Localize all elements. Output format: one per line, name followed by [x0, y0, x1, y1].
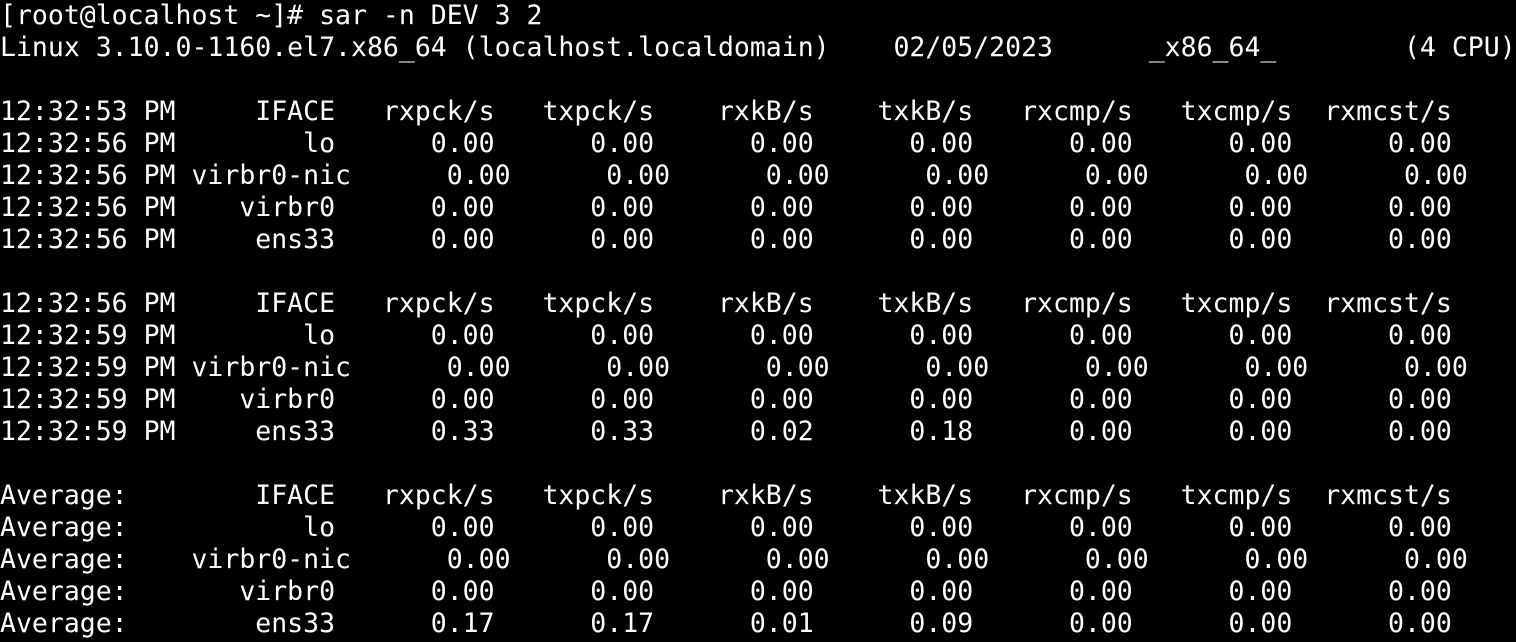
terminal-window[interactable]: [root@localhost ~]# sar -n DEV 3 2 Linux…	[0, 0, 1516, 642]
stats-block: 12:32:56 PM IFACE rxpck/s txpck/s rxkB/s…	[0, 288, 1516, 448]
average-row: Average: virbr0-nic 0.00 0.00 0.00 0.00 …	[0, 544, 1468, 575]
command-line: [root@localhost ~]# sar -n DEV 3 2	[0, 0, 1516, 32]
stats-row: 12:32:56 PM virbr0-nic 0.00 0.00 0.00 0.…	[0, 160, 1468, 191]
stats-row: 12:32:56 PM virbr0 0.00 0.00 0.00 0.00 0…	[0, 192, 1452, 223]
stats-row: 12:32:56 PM ens33 0.00 0.00 0.00 0.00 0.…	[0, 224, 1452, 255]
command-text: sar -n DEV 3 2	[319, 0, 543, 31]
stats-block: 12:32:53 PM IFACE rxpck/s txpck/s rxkB/s…	[0, 96, 1516, 256]
stats-header: 12:32:56 PM IFACE rxpck/s txpck/s rxkB/s…	[0, 288, 1452, 319]
average-header: Average: IFACE rxpck/s txpck/s rxkB/s tx…	[0, 480, 1452, 511]
average-row: Average: ens33 0.17 0.17 0.01 0.09 0.00 …	[0, 608, 1452, 639]
shell-prompt: [root@localhost ~]#	[0, 0, 320, 31]
average-block: Average: IFACE rxpck/s txpck/s rxkB/s tx…	[0, 480, 1516, 640]
stats-row: 12:32:59 PM lo 0.00 0.00 0.00 0.00 0.00 …	[0, 320, 1452, 351]
stats-row: 12:32:59 PM virbr0 0.00 0.00 0.00 0.00 0…	[0, 384, 1452, 415]
stats-row: 12:32:59 PM ens33 0.33 0.33 0.02 0.18 0.…	[0, 416, 1452, 447]
average-row: Average: lo 0.00 0.00 0.00 0.00 0.00 0.0…	[0, 512, 1452, 543]
stats-header: 12:32:53 PM IFACE rxpck/s txpck/s rxkB/s…	[0, 96, 1452, 127]
system-info-line: Linux 3.10.0-1160.el7.x86_64 (localhost.…	[0, 32, 1516, 63]
average-row: Average: virbr0 0.00 0.00 0.00 0.00 0.00…	[0, 576, 1452, 607]
stats-row: 12:32:56 PM lo 0.00 0.00 0.00 0.00 0.00 …	[0, 128, 1452, 159]
stats-row: 12:32:59 PM virbr0-nic 0.00 0.00 0.00 0.…	[0, 352, 1468, 383]
